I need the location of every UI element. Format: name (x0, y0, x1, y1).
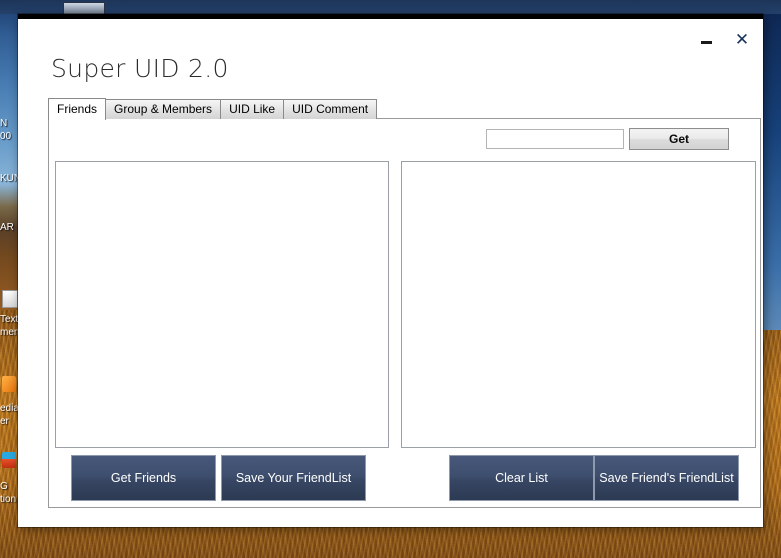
document-icon (2, 290, 18, 308)
desktop-icon-label: men (0, 327, 20, 338)
window-controls: ✕ (695, 28, 753, 50)
desktop-icon-label: edia (0, 403, 19, 414)
tab-uid-like[interactable]: UID Like (220, 99, 285, 119)
desktop-icon-label: N (0, 118, 8, 129)
close-icon: ✕ (734, 29, 750, 49)
minimize-button[interactable] (695, 28, 717, 50)
media-player-icon (2, 452, 16, 468)
tab-panel-friends: Get Get Friends Save Your FriendList Cle… (48, 118, 761, 508)
desktop-icon-label: er (0, 416, 9, 427)
save-your-friendlist-button[interactable]: Save Your FriendList (221, 455, 366, 501)
wallpaper-top-band (0, 0, 781, 14)
tab-uid-comment[interactable]: UID Comment (283, 99, 378, 119)
folder-icon (2, 376, 16, 392)
desktop-icon-label: tion (0, 494, 17, 505)
clear-list-button[interactable]: Clear List (449, 455, 594, 501)
get-friends-button[interactable]: Get Friends (71, 455, 216, 501)
friends-list-left[interactable] (55, 161, 389, 448)
desktop-icon-label: AR (0, 222, 14, 233)
tab-group-and-members[interactable]: Group & Members (105, 99, 222, 119)
uid-input[interactable] (486, 129, 624, 149)
desktop-icon-label: G (0, 481, 8, 492)
minimize-icon (700, 40, 712, 44)
tab-friends[interactable]: Friends (48, 98, 107, 120)
page-title: Super UID 2.0 (51, 54, 229, 83)
desktop-icon-label: Text (0, 314, 19, 325)
desktop-icon-label: 00 (0, 131, 12, 142)
tab-bar: Friends Group & Members UID Like UID Com… (48, 98, 378, 120)
friends-list-right[interactable] (401, 161, 756, 448)
save-friends-friendlist-button[interactable]: Save Friend's FriendList (594, 455, 739, 501)
get-button[interactable]: Get (629, 128, 729, 150)
close-button[interactable]: ✕ (731, 28, 753, 50)
application-window: ✕ Super UID 2.0 Friends Group & Members … (18, 14, 763, 527)
